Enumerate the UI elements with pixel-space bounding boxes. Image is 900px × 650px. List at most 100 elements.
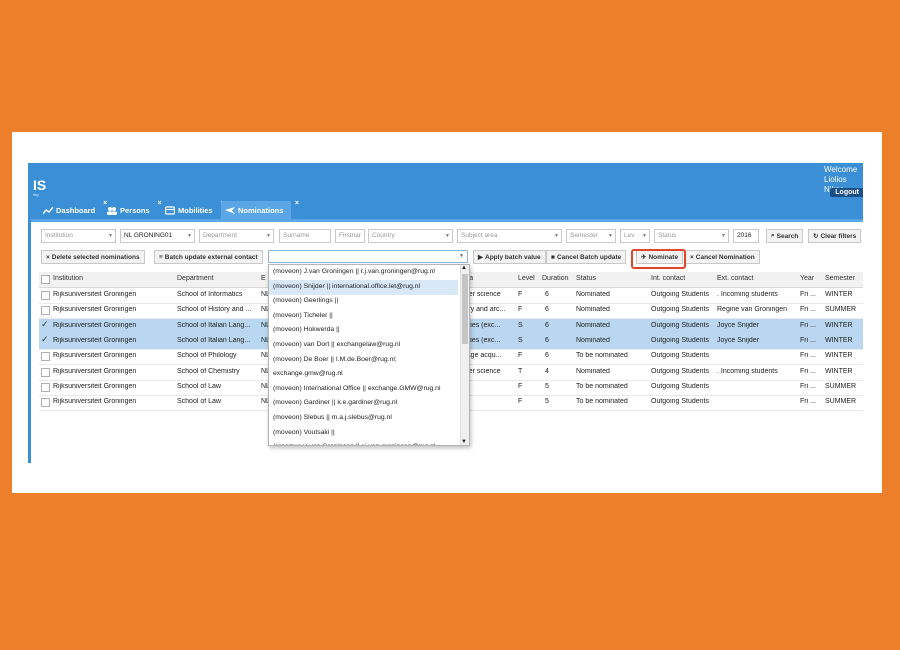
- delete-selected-label: Delete selected nominations: [51, 253, 140, 261]
- select-all-checkbox[interactable]: [41, 275, 50, 284]
- scroll-up-icon[interactable]: ▲: [461, 265, 467, 271]
- col-level[interactable]: Level: [518, 275, 535, 282]
- cell-level: F: [518, 398, 523, 406]
- col-e[interactable]: E: [261, 275, 266, 282]
- dropdown-option[interactable]: (moveon) Snijder || international.office…: [273, 283, 420, 290]
- dropdown-option[interactable]: (moveon) Gardiner || k.e.gardiner@rug.nl: [273, 399, 397, 406]
- cell-year: Fri ...: [800, 398, 816, 406]
- dropdown-option[interactable]: (moveon) Ticheler ||: [273, 312, 333, 319]
- tab-dashboard[interactable]: Dashboard ×: [39, 200, 107, 219]
- cell-ext-contact: Joyce Snijder: [717, 321, 760, 329]
- search-button[interactable]: ⌕ Search: [766, 229, 804, 243]
- close-icon: ×: [46, 253, 50, 261]
- row-checkbox[interactable]: [41, 398, 50, 408]
- cancel-batch-button[interactable]: ■ Cancel Batch update: [546, 250, 627, 264]
- dropdown-option[interactable]: (moveon) van Dort || exchangelaw@rug.nl: [273, 341, 400, 348]
- col-year[interactable]: Year: [800, 275, 814, 282]
- tab-nominations-label: Nominations: [238, 205, 284, 215]
- col-semester[interactable]: Semester: [825, 275, 855, 282]
- institution-code-select[interactable]: NL GRONING01 ▼: [120, 229, 195, 243]
- dropdown-option[interactable]: (moveon) Slebus || m.a.j.slebus@rug.nl: [273, 414, 392, 421]
- refresh-icon: ↻: [813, 233, 819, 240]
- row-checkbox[interactable]: [41, 352, 50, 362]
- col-ext-contact[interactable]: Ext. contact: [717, 275, 754, 282]
- cell-int-contact: Outgoing Students: [651, 336, 709, 344]
- year-input[interactable]: 2016: [733, 229, 759, 243]
- app-logo: IS: [33, 177, 47, 193]
- chevron-down-icon: ▼: [642, 233, 647, 239]
- cell-duration: 6: [545, 352, 549, 360]
- country-filter[interactable]: Country ▼: [368, 229, 453, 243]
- semester-filter-placeholder: Semester: [570, 232, 598, 239]
- firstname-filter[interactable]: Firstnar: [335, 229, 365, 243]
- row-checkbox[interactable]: [41, 306, 50, 316]
- tab-mobilities[interactable]: Mobilities ×: [161, 200, 225, 219]
- country-filter-placeholder: Country: [372, 232, 395, 239]
- cell-int-contact: Outgoing Students: [651, 291, 709, 298]
- cell-department: School of History and ...: [177, 306, 252, 314]
- row-checkbox[interactable]: [41, 291, 50, 300]
- cell-int-contact: Outgoing Students: [651, 382, 709, 390]
- dropdown-option[interactable]: (moveon) Voutsaki ||: [273, 429, 335, 436]
- apply-batch-button[interactable]: ▶ Apply batch value: [473, 250, 546, 264]
- cell-institution: Rijksuniversiteit Groningen: [53, 291, 137, 298]
- tab-dashboard-label: Dashboard: [56, 205, 96, 215]
- batch-update-button[interactable]: ≡ Batch update external contact: [154, 250, 263, 264]
- cell-department: School of Italian Lang...: [177, 321, 251, 329]
- col-status[interactable]: Status: [576, 275, 596, 282]
- cell-int-contact: Outgoing Students: [651, 306, 709, 314]
- external-contact-select[interactable]: ▼: [268, 250, 468, 263]
- welcome-label: Welcome: [824, 165, 858, 174]
- row-checkbox[interactable]: [41, 382, 50, 392]
- clear-filters-button[interactable]: ↻ Clear filters: [808, 229, 862, 243]
- row-checkbox[interactable]: [41, 367, 50, 377]
- delete-selected-button[interactable]: × Delete selected nominations: [41, 250, 145, 264]
- search-button-label: Search: [776, 232, 799, 240]
- status-filter[interactable]: Status ▼: [654, 229, 729, 243]
- cell-year: Fri ...: [800, 321, 816, 329]
- cell-status: Nominated: [576, 336, 610, 344]
- close-icon[interactable]: ×: [295, 200, 299, 207]
- cell-institution: Rijksuniversiteit Groningen: [53, 306, 137, 314]
- cell-duration: 6: [545, 321, 549, 329]
- semester-filter[interactable]: Semester ▼: [566, 229, 616, 243]
- dropdown-option[interactable]: (moveon) International Office || exchang…: [273, 385, 440, 392]
- col-int-contact[interactable]: Int. contact: [651, 275, 685, 282]
- dropdown-option[interactable]: (moveon) J.van Groningen || r.j.van.gron…: [273, 268, 435, 275]
- external-contact-dropdown: (moveon) J.van Groningen || r.j.van.gron…: [268, 264, 470, 446]
- row-checkbox-checked[interactable]: ✓: [41, 319, 49, 330]
- cell-duration: 5: [545, 382, 549, 390]
- dropdown-option[interactable]: exchange.gmw@rug.nl: [273, 370, 343, 377]
- cell-semester: SUMMER: [825, 382, 857, 390]
- dropdown-option[interactable]: (moveon) Geerlings ||: [273, 297, 338, 304]
- department-filter[interactable]: Department ▼: [199, 229, 274, 243]
- dropdown-option[interactable]: (moveon) Hokwerda ||: [273, 326, 340, 333]
- cancel-nomination-button[interactable]: × Cancel Nomination: [685, 250, 760, 264]
- scroll-down-icon[interactable]: ▼: [461, 439, 467, 445]
- col-institution[interactable]: Institution: [53, 275, 83, 282]
- dropdown-option[interactable]: (erasmus+) van Groningen || r.j.van.gron…: [273, 443, 436, 445]
- users-icon: [107, 206, 117, 215]
- cell-status: Nominated: [576, 291, 610, 298]
- level-filter-placeholder: Lev: [624, 232, 635, 239]
- tab-persons[interactable]: Persons ×: [103, 200, 162, 219]
- dropdown-option[interactable]: (moveon) De Boer || I.M.de.Boer@rug.nl;: [273, 356, 397, 363]
- subject-area-filter[interactable]: Subject area ▼: [457, 229, 562, 243]
- row-checkbox-checked[interactable]: ✓: [41, 334, 49, 345]
- level-filter[interactable]: Lev ▼: [620, 229, 650, 243]
- logout-button[interactable]: Logout: [830, 188, 863, 197]
- col-department[interactable]: Department: [177, 275, 214, 282]
- institution-filter[interactable]: Institution ▼: [41, 229, 116, 243]
- surname-filter[interactable]: Surname: [279, 229, 331, 243]
- cell-status: Nominated: [576, 306, 610, 314]
- cell-department: School of Informatics: [177, 291, 243, 298]
- chevron-down-icon: ▼: [608, 233, 613, 239]
- cell-department: School of Philology: [177, 352, 237, 360]
- cell-year: Fri ...: [800, 382, 816, 390]
- cell-institution: Rijksuniversiteit Groningen: [53, 336, 137, 344]
- col-duration[interactable]: Duration: [542, 275, 568, 282]
- dropdown-scrollbar[interactable]: ▲ ▼: [460, 265, 469, 445]
- scrollbar-thumb[interactable]: [462, 274, 468, 344]
- tab-nominations[interactable]: Nominations ×: [221, 200, 299, 219]
- cell-level: S: [518, 321, 523, 329]
